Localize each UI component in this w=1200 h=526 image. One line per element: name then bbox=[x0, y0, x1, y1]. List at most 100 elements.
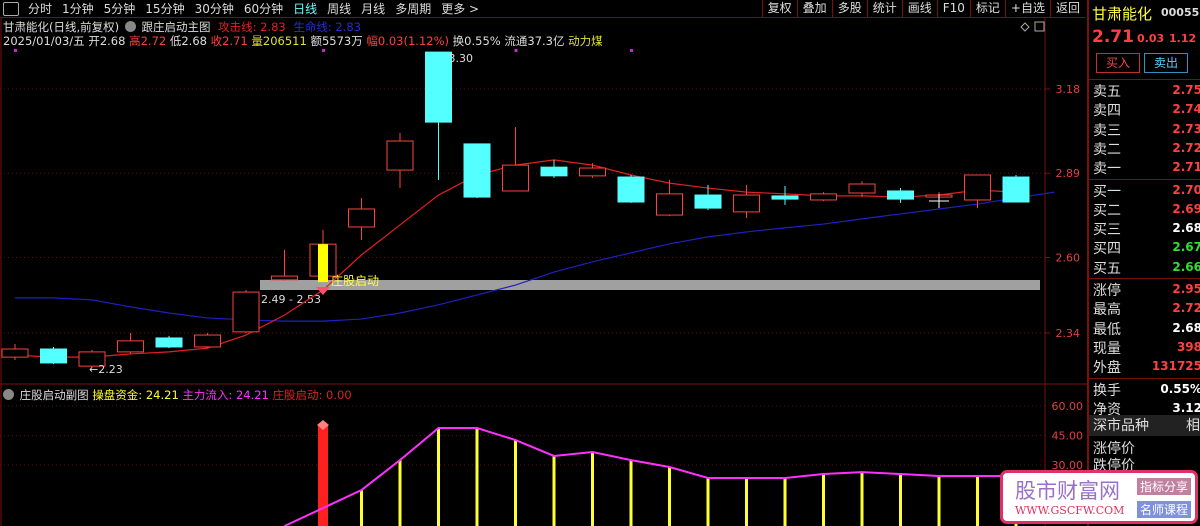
quote-row-4: 卖一 2.71 bbox=[1093, 158, 1200, 177]
quote-row-value: 2.72 bbox=[1172, 301, 1200, 316]
quote-row-8: 买四 2.67 bbox=[1093, 238, 1200, 257]
candle-body bbox=[733, 194, 760, 213]
sub-y-tick-label: 45.00 bbox=[1052, 430, 1084, 443]
candle bbox=[579, 163, 606, 178]
candle bbox=[887, 188, 914, 203]
candle-body bbox=[887, 190, 914, 200]
quote-row-14: 外盘 131725 bbox=[1093, 357, 1200, 376]
quote-row-value: 2.73 bbox=[1172, 121, 1200, 136]
quote-row-3: 卖二 2.72 bbox=[1093, 139, 1200, 158]
watermark-tag-2: 名师课程 bbox=[1137, 501, 1192, 518]
stock-code: 000552 bbox=[1161, 6, 1200, 19]
y-tick-label: 2.89 bbox=[1056, 167, 1081, 180]
marker-dot bbox=[322, 49, 325, 52]
candle bbox=[617, 174, 645, 203]
candle bbox=[656, 179, 683, 216]
y-tick-label: 3.18 bbox=[1056, 83, 1081, 96]
quote-row-value: 2.95 bbox=[1172, 282, 1200, 296]
quote-row-6: 买二 2.69 bbox=[1093, 200, 1200, 219]
candle-body bbox=[348, 208, 375, 228]
quote-date: 2025/01/03/五 bbox=[3, 34, 85, 48]
candle-body bbox=[502, 164, 529, 192]
quote-row-9: 买五 2.66 bbox=[1093, 258, 1200, 277]
sub-indicator-name[interactable]: 庄股启动副图 bbox=[20, 388, 89, 402]
section-right: 相 bbox=[1186, 418, 1200, 434]
quote-row-11: 最高 2.72 bbox=[1093, 299, 1200, 318]
y-tick-label: 2.34 bbox=[1056, 327, 1081, 340]
sell-button[interactable]: 卖出 bbox=[1144, 53, 1188, 73]
marker-dot bbox=[514, 49, 518, 52]
quote-volume: 量206511 bbox=[251, 34, 307, 48]
watermark: 股市财富网 WWW.GSCFW.COM 指标分享 名师课程 bbox=[1000, 470, 1198, 524]
quote-turnover: 换0.55% bbox=[452, 34, 501, 48]
high-price-label: 3.30 bbox=[449, 52, 474, 65]
collapse-icon[interactable] bbox=[124, 21, 136, 32]
signal-arrow bbox=[318, 244, 328, 283]
quote-change: 幅0.03(1.12%) bbox=[366, 34, 450, 48]
kline-chart[interactable]: 3.182.892.602.3460.0045.0030.002.49 - 2.… bbox=[0, 0, 1087, 526]
quote-row-label: 买一 bbox=[1093, 183, 1121, 200]
price-change-pct: 1.12 bbox=[1169, 32, 1197, 45]
collapse-icon[interactable] bbox=[3, 389, 14, 400]
marker-dot bbox=[14, 49, 17, 52]
support-band-label: 2.49 - 2.53 bbox=[261, 293, 321, 306]
candle-body bbox=[540, 166, 568, 177]
quote-close: 收2.71 bbox=[210, 34, 248, 48]
quote-row-value: 2.68 bbox=[1172, 320, 1200, 335]
watermark-url: WWW.GSCFW.COM bbox=[1015, 504, 1125, 517]
indicator-name[interactable]: 跟庄启动主图 bbox=[141, 20, 210, 34]
diamond-outline-icon bbox=[1020, 22, 1030, 32]
stock-title: 甘肃能化(日线,前复权) bbox=[3, 20, 120, 34]
quote-row-value: 2.69 bbox=[1172, 201, 1200, 216]
main-flow-line bbox=[284, 427, 1016, 526]
candle-body bbox=[617, 176, 645, 203]
candle-body bbox=[694, 194, 722, 209]
buy-button[interactable]: 买入 bbox=[1096, 53, 1140, 73]
candle-body bbox=[656, 193, 683, 216]
candle-body bbox=[1, 348, 29, 358]
quote-high: 高2.72 bbox=[129, 34, 167, 48]
watermark-tag-1: 指标分享 bbox=[1137, 478, 1192, 495]
candle-body bbox=[964, 174, 991, 201]
quote-row-label: 卖一 bbox=[1093, 161, 1121, 178]
quote-row-value: 2.72 bbox=[1172, 140, 1200, 155]
quote-row-label: 外盘 bbox=[1093, 360, 1121, 377]
quote-row-7: 买三 2.68 bbox=[1093, 219, 1200, 238]
quote-row-label: 买四 bbox=[1093, 241, 1121, 258]
quote-row-12: 最低 2.68 bbox=[1093, 319, 1200, 338]
quote-row: 2025/01/03/五 开2.68 高2.72 低2.68 收2.71 量20… bbox=[3, 33, 603, 49]
quote-row-value: 2.75 bbox=[1172, 83, 1200, 97]
candle-body bbox=[271, 275, 298, 281]
quote-row-value: 3.12 bbox=[1172, 400, 1200, 415]
quote-sector[interactable]: 动力煤 bbox=[568, 34, 603, 48]
candle bbox=[348, 197, 375, 241]
candle-body bbox=[848, 183, 876, 194]
watermark-name: 股市财富网 bbox=[1015, 479, 1120, 503]
quote-row-label: 换手 bbox=[1093, 382, 1121, 399]
quote-row-value: 0.55% bbox=[1160, 381, 1200, 396]
quote-row-value: 2.74 bbox=[1172, 102, 1200, 117]
quote-row-label: 卖四 bbox=[1093, 103, 1121, 120]
sub-label-b: 主力流入: 24.21 bbox=[182, 388, 269, 402]
quote-row-label: 最高 bbox=[1093, 302, 1121, 319]
candle-body bbox=[155, 337, 183, 348]
quote-row-label: 买三 bbox=[1093, 222, 1121, 239]
candle bbox=[271, 249, 298, 282]
quote-row-label: 卖五 bbox=[1093, 84, 1121, 100]
signal-bar bbox=[318, 425, 328, 526]
quote-row-value: 2.67 bbox=[1172, 240, 1200, 255]
quote-panel: 甘肃能化 000552 2.71 0.03 1.12 买入 卖出 卖五2.75卖… bbox=[1087, 0, 1200, 526]
quote-row-label: 最低 bbox=[1093, 321, 1121, 338]
marker-dot bbox=[630, 49, 633, 52]
life-line bbox=[15, 191, 1055, 322]
candle bbox=[1002, 174, 1030, 203]
quote-open: 开2.68 bbox=[88, 34, 126, 48]
candle-body bbox=[463, 143, 491, 198]
candle bbox=[463, 143, 491, 198]
attack-line-label: 攻击线: 2.83 bbox=[218, 20, 286, 34]
quote-row-13: 现量 398 bbox=[1093, 338, 1200, 357]
candle bbox=[848, 181, 876, 198]
quote-row-15: 换手 0.55% bbox=[1093, 380, 1200, 399]
candle bbox=[1, 344, 29, 361]
quote-row-value: 131725 bbox=[1151, 359, 1200, 374]
